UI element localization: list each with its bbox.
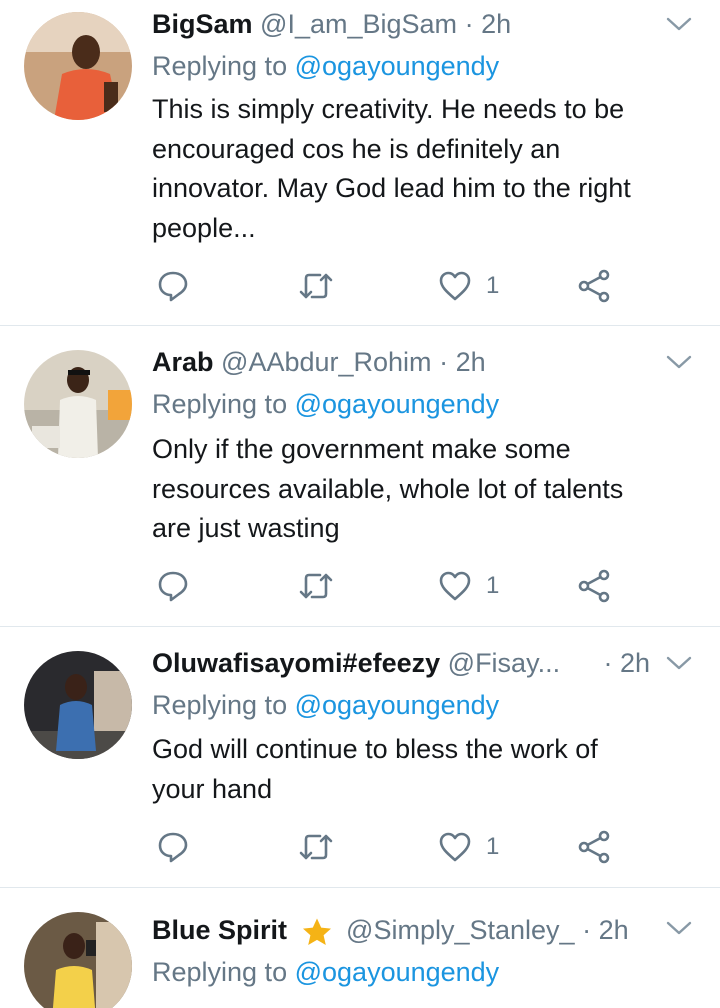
timestamp-group: · 2h [603, 643, 650, 683]
chevron-down-icon[interactable] [666, 655, 692, 671]
tweet-text-line: resources available, whole lot of talent… [152, 473, 624, 504]
tweet-text: Only if the government make some resourc… [152, 430, 702, 549]
retweet-icon [299, 834, 333, 860]
replying-to: Replying to @ogayoungendy [152, 685, 499, 725]
retweet-button[interactable] [298, 827, 334, 867]
tweet-card[interactable]: BigSam @I_am_BigSam · 2h Replying to @og… [0, 0, 720, 326]
tweet-text-line: encouraged cos he is definitely an [152, 133, 561, 164]
like-count: 1 [486, 272, 500, 299]
timestamp[interactable]: 2h [620, 648, 650, 678]
display-name[interactable]: Arab [152, 347, 214, 377]
like-button[interactable]: 1 [438, 827, 499, 867]
tweet-text-line: This is simply creativity. He needs to b… [152, 94, 625, 124]
avatar[interactable] [24, 12, 132, 120]
separator: · [439, 347, 449, 377]
timestamp[interactable]: 2h [456, 347, 486, 377]
timestamp[interactable]: 2h [599, 915, 629, 945]
avatar[interactable] [24, 350, 132, 458]
like-count: 1 [486, 572, 500, 599]
like-button[interactable]: 1 [438, 266, 499, 306]
tweet-text: This is simply creativity. He needs to b… [152, 90, 702, 248]
chevron-down-icon[interactable] [666, 16, 692, 32]
heart-icon [439, 271, 471, 301]
avatar[interactable] [24, 651, 132, 759]
replying-to: Replying to @ogayoungendy [152, 952, 499, 992]
tweet-text-line: innovator. May God lead him to the right [152, 173, 631, 203]
replying-to: Replying to @ogayoungendy [152, 46, 499, 86]
share-button[interactable] [578, 566, 610, 606]
reply-button[interactable] [156, 827, 190, 867]
separator: · [582, 915, 592, 945]
replying-prefix: Replying to [152, 51, 288, 81]
heart-icon [439, 832, 471, 862]
user-handle[interactable]: @I_am_BigSam [260, 9, 457, 39]
tweet-card[interactable]: Arab @AAbdur_Rohim · 2h Replying to @oga… [0, 326, 720, 626]
heart-icon [439, 571, 471, 601]
share-button[interactable] [578, 266, 610, 306]
replying-prefix: Replying to [152, 957, 288, 987]
share-icon [578, 569, 610, 603]
display-name[interactable]: Oluwafisayomi#efeezy [152, 648, 440, 678]
user-handle[interactable]: @Fisay... [448, 648, 560, 678]
chevron-down-icon[interactable] [666, 354, 692, 370]
tweet-text-line: your hand [152, 773, 273, 804]
display-name[interactable]: BigSam [152, 9, 253, 39]
share-button[interactable] [578, 827, 610, 867]
like-count: 1 [486, 833, 500, 860]
retweet-icon [299, 273, 333, 299]
mention-link[interactable]: @ogayoungendy [295, 389, 500, 419]
mention-link[interactable]: @ogayoungendy [295, 957, 500, 987]
tweet-card[interactable]: Oluwafisayomi#efeezy @Fisay... · 2h Repl… [0, 627, 720, 887]
reply-icon [158, 571, 188, 602]
retweet-button[interactable] [298, 566, 334, 606]
separator: · [603, 648, 613, 678]
user-handle[interactable]: @AAbdur_Rohim [221, 347, 432, 377]
tweet-header: Arab @AAbdur_Rohim · 2h [152, 342, 650, 382]
chevron-down-icon[interactable] [666, 920, 692, 936]
mention-link[interactable]: @ogayoungendy [295, 51, 500, 81]
reply-button[interactable] [156, 266, 190, 306]
mention-link[interactable]: @ogayoungendy [295, 690, 500, 720]
avatar[interactable] [24, 912, 132, 1008]
timestamp[interactable]: 2h [481, 9, 511, 39]
replying-to: Replying to @ogayoungendy [152, 384, 499, 424]
tweet-text-line: people... [152, 212, 256, 243]
tweet-text: God will continue to bless the work of y… [152, 730, 702, 809]
user-handle[interactable]: @Simply_Stanley_ [346, 915, 575, 945]
tweet-text-line: God will continue to bless the work of [152, 734, 598, 764]
separator: · [464, 9, 474, 39]
reply-icon [158, 832, 188, 863]
share-icon [578, 269, 610, 303]
reply-icon [158, 271, 188, 302]
tweet-header: Oluwafisayomi#efeezy @Fisay... [152, 643, 580, 683]
tweet-actions: 1 [0, 566, 720, 606]
tweet-text-line: Only if the government make some [152, 434, 571, 464]
tweet-header: Blue Spirit @Simply_Stanley_ · 2h [152, 910, 650, 950]
replying-prefix: Replying to [152, 690, 288, 720]
tweet-text-line: are just wasting [152, 513, 340, 543]
retweet-button[interactable] [298, 266, 334, 306]
tweet-card[interactable]: Blue Spirit @Simply_Stanley_ · 2h Replyi… [0, 888, 720, 1008]
tweet-actions: 1 [0, 827, 720, 867]
tweet-header: BigSam @I_am_BigSam · 2h [152, 4, 650, 44]
replying-prefix: Replying to [152, 389, 288, 419]
like-button[interactable]: 1 [438, 566, 499, 606]
share-icon [578, 830, 610, 864]
display-name[interactable]: Blue Spirit [152, 915, 287, 945]
tweet-actions: 1 [0, 266, 720, 306]
retweet-icon [299, 573, 333, 599]
reply-button[interactable] [156, 566, 190, 606]
star-icon [302, 918, 331, 945]
